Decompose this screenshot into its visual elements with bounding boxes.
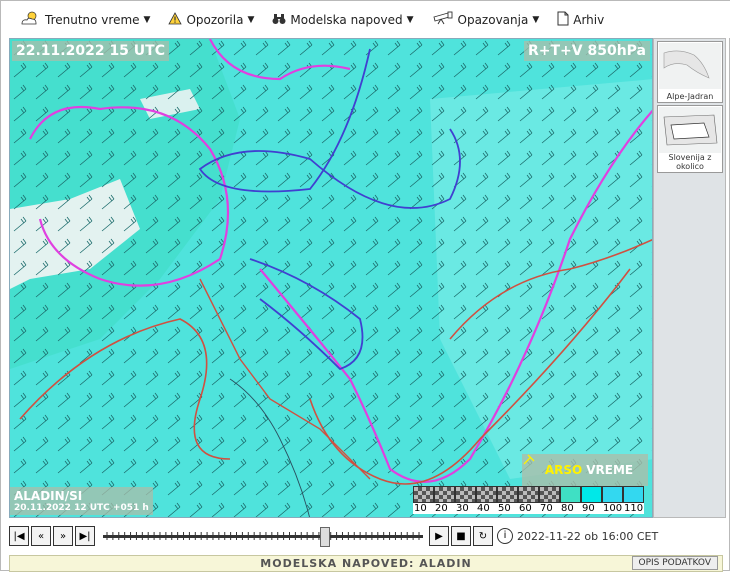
skip-forward-icon: ▶|	[79, 530, 91, 542]
legend-swatch	[602, 486, 623, 503]
legend-swatch	[623, 486, 644, 503]
region-alpe-jadran[interactable]: Alpe-Jadran	[657, 41, 723, 103]
legend-swatch	[497, 486, 518, 503]
arso-text: ARSO	[544, 463, 583, 477]
legend-swatch	[581, 486, 602, 503]
legend-tick-label: 80	[561, 503, 574, 514]
region-slovenija[interactable]: Slovenija z okolico	[657, 105, 723, 173]
arso-logo: ARSO VREME	[522, 454, 648, 486]
chevron-down-icon: ▼	[143, 14, 151, 25]
menu-warnings-label: Opozorila	[186, 12, 244, 27]
footer-bar: MODELSKA NAPOVED: ALADIN OPIS PODATKOV	[9, 555, 723, 572]
menu-observations[interactable]: Opazovanja ▼	[432, 6, 540, 34]
legend-swatch	[518, 486, 539, 503]
current-time: 2022-11-22 ob 16:00 CET	[517, 529, 659, 543]
legend-swatch	[434, 486, 455, 503]
animation-controls: |◀ « » ▶| ▶ ■ ↻ i 2022-11-22 ob 16:00 CE…	[9, 521, 729, 551]
play-icon: ▶	[435, 530, 443, 542]
first-frame-button[interactable]: |◀	[9, 526, 29, 546]
top-menu: Trenutno vreme ▼ Opozorila ▼ Modelska na…	[1, 1, 730, 38]
menu-archive[interactable]: Arhiv	[557, 6, 604, 34]
weather-icon	[19, 10, 41, 29]
menu-archive-label: Arhiv	[573, 12, 605, 27]
legend-tick-label: 60	[519, 503, 532, 514]
region-thumbnail	[659, 43, 721, 89]
vreme-text: VREME	[586, 463, 634, 477]
legend-swatch	[560, 486, 581, 503]
footer-title: MODELSKA NAPOVED: ALADIN	[260, 557, 472, 570]
forecast-time-label: 22.11.2022 15 UTC	[12, 41, 169, 61]
prev-frame-button[interactable]: «	[31, 526, 51, 546]
document-icon	[557, 11, 569, 29]
menu-warnings[interactable]: Opozorila ▼	[168, 6, 254, 34]
model-name: ALADIN/SI	[14, 489, 83, 503]
step-forward-icon: »	[59, 530, 67, 542]
chevron-down-icon: ▼	[532, 14, 540, 25]
info-icon[interactable]: i	[497, 528, 513, 544]
model-run-label: 20.11.2022 12 UTC +051 h	[14, 503, 149, 513]
region-slovenija-label: Slovenija z okolico	[668, 153, 712, 171]
legend-tick-label: 10	[414, 503, 427, 514]
legend-swatch	[455, 486, 476, 503]
menu-model-label: Modelska napoved	[290, 12, 403, 27]
wind-legend: 10 20 30 40 50 60 70 80 90 100 110	[413, 486, 644, 514]
legend-tick-label: 40	[477, 503, 490, 514]
legend-tick-label: 30	[456, 503, 469, 514]
menu-weather[interactable]: Trenutno vreme ▼	[19, 6, 150, 34]
chevron-down-icon: ▼	[247, 14, 255, 25]
menu-observations-label: Opazovanja	[457, 12, 529, 27]
legend-ticks: 10 20 30 40 50 60 70 80 90 100 110	[413, 503, 644, 514]
menu-weather-label: Trenutno vreme	[45, 12, 140, 27]
telescope-icon	[432, 11, 454, 28]
legend-swatch	[476, 486, 497, 503]
binoculars-icon	[272, 12, 286, 28]
region-alpe-jadran-label: Alpe-Jadran	[666, 92, 714, 101]
stop-icon: ■	[456, 530, 466, 542]
legend-swatch	[539, 486, 560, 503]
next-frame-button[interactable]: »	[53, 526, 73, 546]
legend-swatches	[413, 486, 644, 503]
legend-tick-label: 100	[603, 503, 623, 514]
time-slider[interactable]	[103, 526, 423, 547]
play-button[interactable]: ▶	[429, 526, 449, 546]
region-thumbnail	[659, 107, 721, 153]
menu-model[interactable]: Modelska napoved ▼	[272, 6, 414, 34]
legend-tick-label: 90	[582, 503, 595, 514]
slider-handle[interactable]	[320, 527, 330, 547]
slider-ticks	[106, 532, 420, 540]
stop-button[interactable]: ■	[451, 526, 471, 546]
legend-tick-label: 70	[540, 503, 553, 514]
loop-button[interactable]: ↻	[473, 526, 493, 546]
warning-icon	[168, 11, 183, 28]
map-graphics	[10, 39, 652, 517]
skip-back-icon: |◀	[13, 530, 25, 542]
model-label: ALADIN/SI 20.11.2022 12 UTC +051 h	[10, 487, 153, 515]
legend-tick-label: 20	[435, 503, 448, 514]
last-frame-button[interactable]: ▶|	[75, 526, 95, 546]
legend-tick-label: 50	[498, 503, 511, 514]
chevron-down-icon: ▼	[406, 14, 414, 25]
legend-tick-label: 110	[624, 503, 644, 514]
data-description-button[interactable]: OPIS PODATKOV	[631, 556, 718, 570]
loop-icon: ↻	[478, 530, 488, 542]
field-label: R+T+V 850hPa	[523, 41, 650, 61]
app-frame: Trenutno vreme ▼ Opozorila ▼ Modelska na…	[0, 0, 730, 572]
forecast-map[interactable]: 22.11.2022 15 UTC R+T+V 850hPa ALADIN/SI…	[9, 38, 653, 518]
step-back-icon: «	[37, 530, 45, 542]
legend-swatch	[413, 486, 434, 503]
region-panel: Alpe-Jadran Slovenija z okolico	[653, 38, 726, 518]
